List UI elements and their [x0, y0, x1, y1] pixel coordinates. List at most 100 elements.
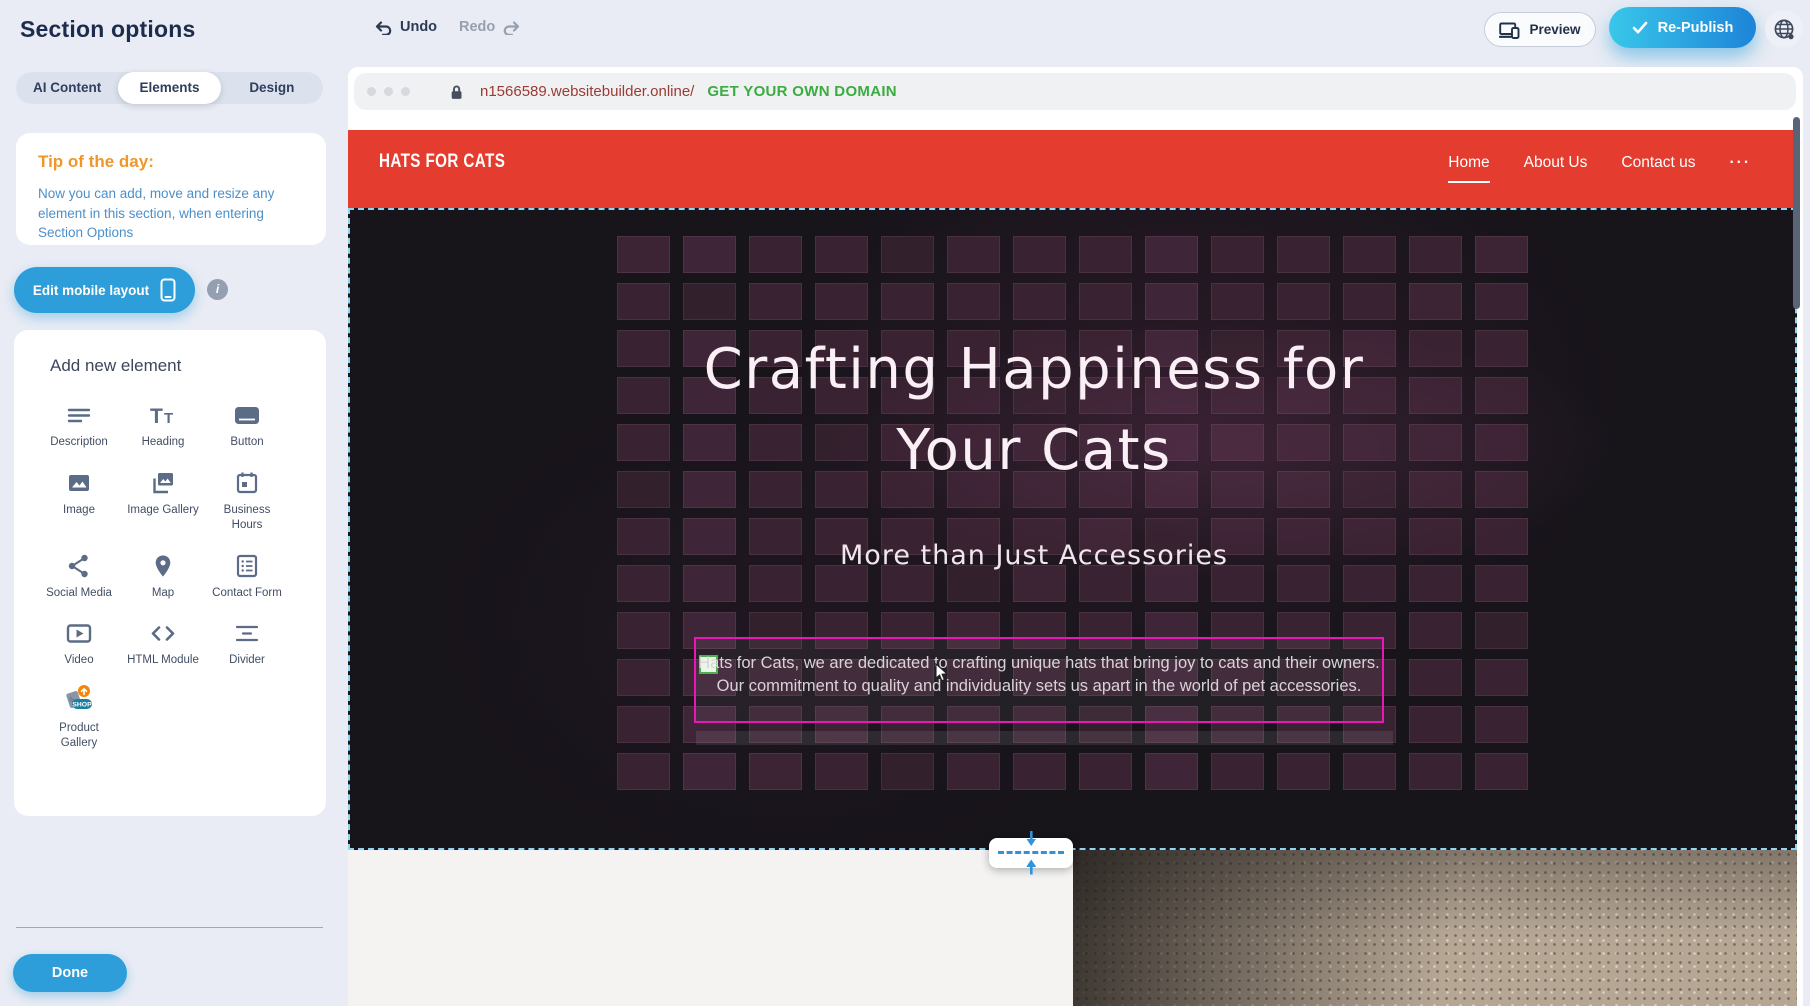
language-globe-button[interactable]: [1765, 10, 1803, 48]
republish-button[interactable]: Re-Publish: [1609, 7, 1756, 48]
element-hover-ghost: [696, 731, 1393, 745]
nav-contact-us[interactable]: Contact us: [1621, 154, 1695, 181]
info-icon[interactable]: i: [207, 279, 228, 300]
get-domain-link[interactable]: GET YOUR OWN DOMAIN: [707, 83, 897, 100]
add-element-heading[interactable]: TT Heading: [121, 400, 205, 451]
hero-grid-tile: [1013, 753, 1066, 790]
svg-text:SHOP: SHOP: [72, 701, 92, 708]
svg-text:T: T: [150, 405, 163, 428]
hero-grid-tile: [617, 612, 670, 649]
hero-grid-tile: [1145, 236, 1198, 273]
tab-ai-content[interactable]: AI Content: [16, 72, 118, 104]
hero-grid-tile: [1079, 283, 1132, 320]
mouse-cursor: [935, 663, 951, 688]
resize-arrows-icon: [1023, 830, 1039, 876]
add-element-divider[interactable]: Divider: [205, 618, 289, 669]
video-icon: [65, 618, 93, 646]
hero-grid-tile: [1409, 612, 1462, 649]
selected-text-element[interactable]: Hats for Cats, we are dedicated to craft…: [694, 637, 1384, 723]
hero-grid-tile: [617, 283, 670, 320]
section-height-handle[interactable]: [989, 838, 1073, 868]
hero-grid-tile: [1277, 753, 1330, 790]
hero-grid-tile: [1475, 753, 1528, 790]
mobile-phone-icon: [160, 278, 176, 302]
hero-grid-tile: [1013, 236, 1066, 273]
scrollbar-thumb[interactable]: [1793, 117, 1800, 309]
hero-section[interactable]: Crafting Happiness for Your Cats More th…: [348, 208, 1797, 850]
nav-about-us[interactable]: About Us: [1524, 154, 1588, 181]
hero-grid-tile: [1145, 753, 1198, 790]
tab-design[interactable]: Design: [221, 72, 323, 104]
contact-form-icon: [234, 551, 260, 579]
globe-icon: [1773, 18, 1796, 41]
hero-grid-tile: [1475, 659, 1528, 696]
hero-grid-tile: [947, 236, 1000, 273]
element-grid: Description TT Heading Button Image: [37, 400, 289, 752]
button-icon: [233, 400, 261, 428]
add-element-map[interactable]: Map: [121, 551, 205, 602]
site-url: n1566589.websitebuilder.online/: [480, 83, 694, 100]
hero-grid-tile: [1409, 706, 1462, 743]
tab-elements[interactable]: Elements: [118, 72, 220, 104]
nav-more-menu[interactable]: ···: [1730, 154, 1752, 181]
heading-icon: TT: [149, 400, 177, 428]
hero-grid-tile: [1079, 753, 1132, 790]
window-dots-icon: [367, 87, 410, 96]
hero-grid-tile: [1409, 659, 1462, 696]
svg-text:T: T: [164, 410, 173, 427]
preview-button[interactable]: Preview: [1484, 12, 1596, 47]
add-element-contact-form[interactable]: Contact Form: [205, 551, 289, 602]
hero-grid-tile: [683, 753, 736, 790]
hero-grid-tile: [1145, 283, 1198, 320]
tip-of-the-day-card: Tip of the day: Now you can add, move an…: [16, 133, 326, 245]
redo-button[interactable]: Redo: [459, 19, 521, 35]
redo-icon: [502, 20, 521, 35]
undo-icon: [374, 20, 393, 35]
next-section[interactable]: [348, 850, 1797, 1006]
add-element-button[interactable]: Button: [205, 400, 289, 451]
hero-grid-tile: [815, 753, 868, 790]
hero-grid-tile: [1079, 236, 1132, 273]
site-preview-window: n1566589.websitebuilder.online/ GET YOUR…: [348, 67, 1803, 1006]
add-new-element-card: Add new element Description TT Heading B…: [14, 330, 326, 816]
social-media-icon: [66, 551, 92, 579]
hero-grid-tile: [749, 283, 802, 320]
website-builder-app: { "colors": { "accent_blue": "#2d9ed9", …: [0, 0, 1810, 1006]
add-element-html-module[interactable]: HTML Module: [121, 618, 205, 669]
address-bar[interactable]: n1566589.websitebuilder.online/ GET YOUR…: [354, 73, 1796, 110]
sidebar-divider: [16, 927, 323, 928]
hero-grid-tile: [1343, 236, 1396, 273]
add-element-image-gallery[interactable]: Image Gallery: [121, 468, 205, 534]
hero-grid-tile: [947, 753, 1000, 790]
hero-grid-tile: [1277, 283, 1330, 320]
add-element-title: Add new element: [50, 356, 181, 376]
add-element-description[interactable]: Description: [37, 400, 121, 451]
add-element-business-hours[interactable]: Business Hours: [205, 468, 289, 534]
html-module-icon: [149, 618, 177, 646]
hero-grid-tile: [617, 659, 670, 696]
hero-subheading[interactable]: More than Just Accessories: [348, 540, 1720, 571]
hero-grid-tile: [1475, 283, 1528, 320]
hero-grid-tile: [1409, 753, 1462, 790]
edit-mobile-layout-button[interactable]: Edit mobile layout: [14, 267, 195, 313]
nav-home[interactable]: Home: [1448, 154, 1489, 183]
add-element-social-media[interactable]: Social Media: [37, 551, 121, 602]
hero-grid-tile: [683, 283, 736, 320]
hero-grid-tile: [749, 753, 802, 790]
undo-button[interactable]: Undo: [374, 19, 437, 35]
divider-icon: [234, 618, 260, 646]
site-logo[interactable]: HATS FOR CATS: [379, 151, 505, 173]
business-hours-icon: [234, 468, 260, 496]
site-viewport: HATS FOR CATS Home About Us Contact us ·…: [348, 130, 1797, 1006]
hero-heading[interactable]: Crafting Happiness for Your Cats: [348, 330, 1720, 491]
hero-grid-tile: [1475, 236, 1528, 273]
hero-grid-tile: [617, 753, 670, 790]
done-button[interactable]: Done: [13, 954, 127, 992]
browser-chrome: n1566589.websitebuilder.online/ GET YOUR…: [348, 67, 1803, 130]
add-element-product-gallery[interactable]: SHOP Product Gallery: [37, 686, 121, 752]
hero-paragraph: Hats for Cats, we are dedicated to craft…: [696, 652, 1382, 698]
image-gallery-icon: [150, 468, 176, 496]
description-icon: [66, 400, 92, 428]
add-element-image[interactable]: Image: [37, 468, 121, 534]
add-element-video[interactable]: Video: [37, 618, 121, 669]
